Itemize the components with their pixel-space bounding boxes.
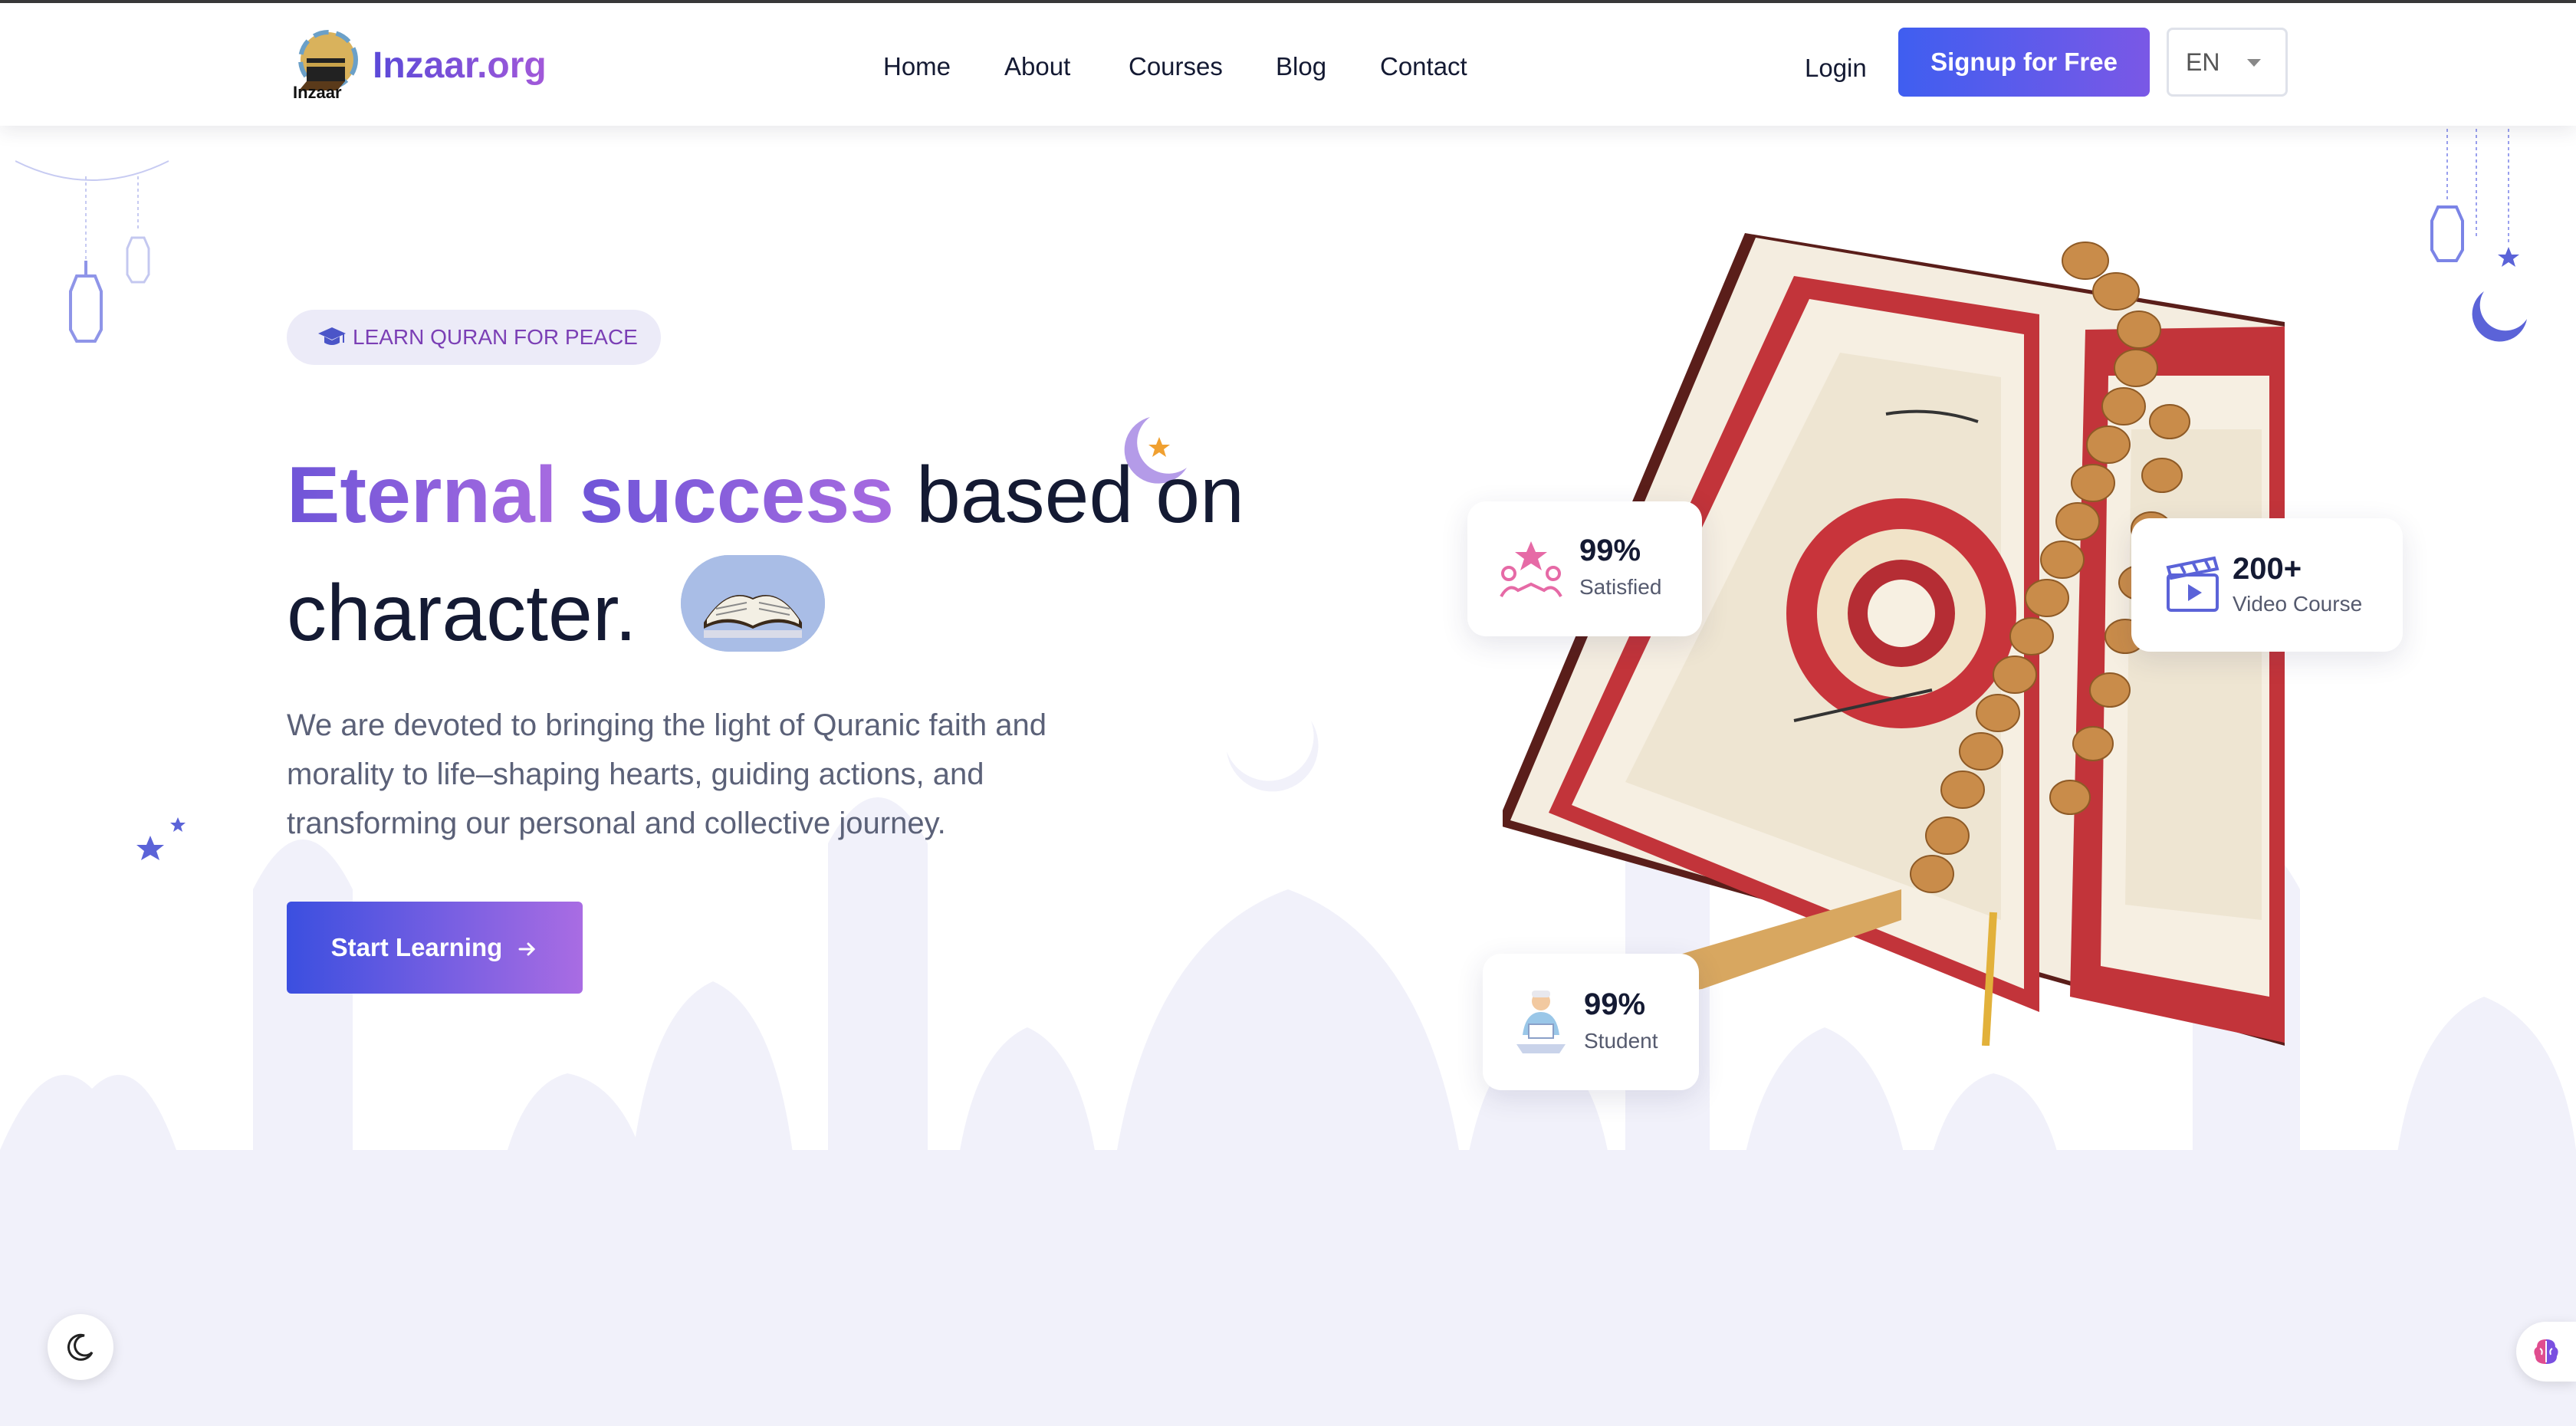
students-value: 99% [1584,987,1646,1021]
student-reading-icon [1516,991,1566,1053]
nav-blog[interactable]: Blog [1276,52,1326,81]
arrow-right-icon [518,942,536,956]
nav-home[interactable]: Home [883,52,951,81]
language-value: EN [2186,48,2220,76]
clapperboard-icon [2166,556,2220,612]
lantern-decoration-left [15,160,169,343]
language-select[interactable]: EN [2167,28,2288,97]
badge-text: LEARN QURAN FOR PEACE [353,325,638,349]
title-highlight-1: Eternal [287,451,557,540]
open-book-image [681,555,825,652]
stat-card-students: 99% Student [1483,954,1699,1090]
site-header: Inzaar Inzaar.org Home About Courses Blo… [0,3,2576,126]
graduation-cap-icon [318,327,346,345]
hero-title-line2: character. [287,569,637,658]
nav-contact[interactable]: Contact [1380,52,1467,81]
hero-badge: LEARN QURAN FOR PEACE [287,310,661,365]
stat-card-satisfied: 99% Satisfied [1467,501,1702,636]
login-link[interactable]: Login [1805,54,1867,83]
chevron-down-icon [2247,59,2261,67]
nav-about[interactable]: About [1004,52,1070,81]
signup-button[interactable]: Signup for Free [1898,28,2150,97]
satisfied-label: Satisfied [1579,575,1662,599]
satisfied-value: 99% [1579,534,1641,567]
cta-label: Start Learning [330,933,503,961]
nav-courses[interactable]: Courses [1129,52,1223,81]
stat-card-courses: 200+ Video Course [2131,518,2403,652]
people-star-icon [1500,541,1562,598]
logo-subtitle: Inzaar [293,83,342,102]
start-learning-button[interactable]: Start Learning [287,902,583,994]
courses-value: 200+ [2233,552,2302,586]
lantern-decoration-right [2430,123,2527,342]
brand-name[interactable]: Inzaar.org [373,44,547,87]
stars-decoration [136,817,186,860]
brain-icon [2534,1339,2558,1364]
hero-title-line1: Eternal success based on [287,455,1244,535]
courses-label: Video Course [2233,592,2363,616]
title-rest: based on [915,451,1244,540]
students-label: Student [1584,1029,1658,1053]
hero-description: We are devoted to bringing the light of … [287,708,1046,840]
title-highlight-2: success [579,451,895,540]
theme-toggle-button[interactable] [48,1314,113,1380]
moon-icon [67,1333,94,1361]
assistant-widget-button[interactable] [2516,1322,2576,1382]
